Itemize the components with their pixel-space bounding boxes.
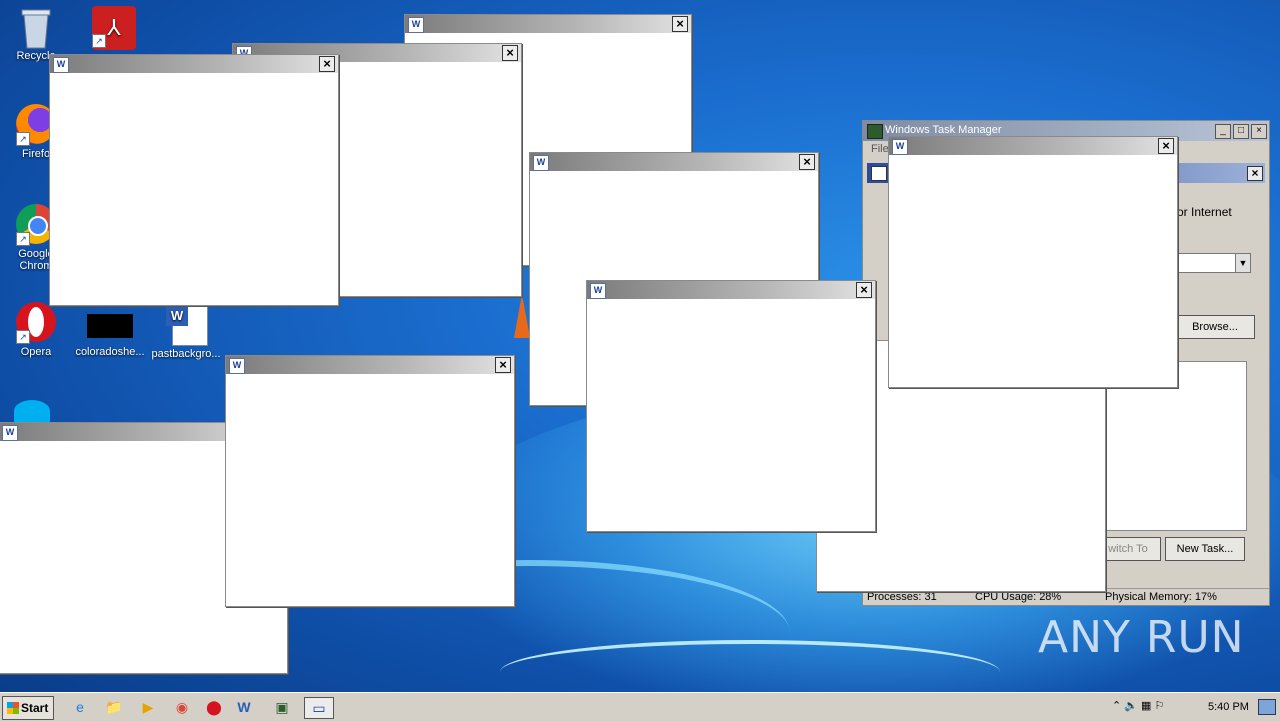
close-button[interactable]: × (799, 154, 815, 170)
desktop-icon-opera[interactable]: ↗ Opera (0, 302, 72, 358)
anyrun-watermark: ANY RUN (1038, 612, 1245, 663)
close-button[interactable]: × (1158, 138, 1174, 154)
status-memory: Physical Memory: 17% (1105, 591, 1217, 603)
skype-icon-partial[interactable] (14, 400, 50, 422)
status-processes: Processes: 31 (867, 591, 937, 603)
chrome-icon[interactable]: ◉ (172, 697, 192, 717)
desktop-icon-coloradoshe[interactable]: coloradoshe... (74, 314, 146, 358)
menu-file[interactable]: File (871, 143, 889, 155)
run-open-combobox[interactable]: ▼ (1173, 253, 1251, 273)
task-manager-icon[interactable]: ▣ (272, 697, 292, 717)
minimize-button[interactable]: _ (1215, 124, 1231, 139)
new-task-button[interactable]: New Task... (1165, 537, 1245, 561)
desktop-icon-adobe[interactable]: ⅄ ↗ (76, 6, 148, 50)
word-icon: W (229, 358, 245, 374)
word-document-icon: W (166, 304, 208, 346)
close-button[interactable]: × (672, 16, 688, 32)
blank-window[interactable]: W × (49, 54, 339, 306)
start-button[interactable]: Start (2, 696, 54, 720)
close-button[interactable]: × (1251, 124, 1267, 139)
clock: 5:40 PM (1208, 701, 1249, 713)
window-titlebar[interactable]: W × (405, 15, 691, 33)
window-titlebar[interactable]: W × (530, 153, 818, 171)
media-player-icon[interactable]: ▶ (138, 697, 158, 717)
status-cpu: CPU Usage: 28% (975, 591, 1062, 603)
task-manager-icon (867, 124, 883, 139)
window-titlebar[interactable]: W × (226, 356, 514, 374)
recycle-bin-icon (16, 6, 56, 49)
close-button[interactable]: × (502, 45, 518, 61)
close-button[interactable]: × (1247, 166, 1263, 181)
windows-logo-icon (7, 702, 19, 714)
adobe-pdf-icon: ⅄ ↗ (92, 6, 136, 50)
desktop-icon-label: coloradoshe... (75, 346, 145, 358)
ie-icon[interactable]: e (70, 697, 90, 717)
run-dialog-icon[interactable]: ▭ (304, 697, 334, 719)
word-icon[interactable]: W (234, 697, 254, 717)
blank-window[interactable]: W × (225, 355, 515, 607)
close-button[interactable]: × (856, 282, 872, 298)
task-manager-title: Windows Task Manager (885, 124, 1002, 136)
blank-window[interactable]: W × (586, 280, 876, 532)
window-titlebar[interactable]: W × (50, 55, 338, 73)
opera-icon: ↗ (16, 302, 56, 344)
black-image-icon (87, 314, 133, 342)
blank-window[interactable]: W × (888, 136, 1178, 388)
close-button[interactable]: × (495, 357, 511, 373)
maximize-button[interactable]: □ (1233, 124, 1249, 139)
taskbar: Start e 📁 ▶ ◉ ⬤ W ▣ ▭ ⌃ 🔈 ▦ ⚐ 5:40 PM (0, 692, 1280, 721)
desktop-icon-label: pastbackgro... (151, 348, 221, 360)
desktop-icon-label: Opera (20, 346, 52, 358)
word-icon: W (590, 283, 606, 299)
word-icon: W (53, 57, 69, 73)
close-button[interactable]: × (319, 56, 335, 72)
word-icon: W (2, 425, 18, 441)
word-icon: W (533, 155, 549, 171)
word-icon: W (408, 17, 424, 33)
window-titlebar[interactable]: W × (587, 281, 875, 299)
window-titlebar[interactable]: W × (889, 137, 1177, 155)
run-icon (871, 166, 887, 181)
word-icon: W (892, 139, 908, 155)
browse-button[interactable]: Browse... (1175, 315, 1255, 339)
opera-icon[interactable]: ⬤ (204, 697, 224, 717)
start-label: Start (21, 701, 49, 715)
explorer-icon[interactable]: 📁 (104, 697, 124, 717)
desktop-icon-pastbackground[interactable]: W pastbackgro... (150, 304, 222, 360)
chevron-down-icon[interactable]: ▼ (1235, 254, 1250, 272)
show-desktop-icon[interactable] (1258, 699, 1276, 715)
